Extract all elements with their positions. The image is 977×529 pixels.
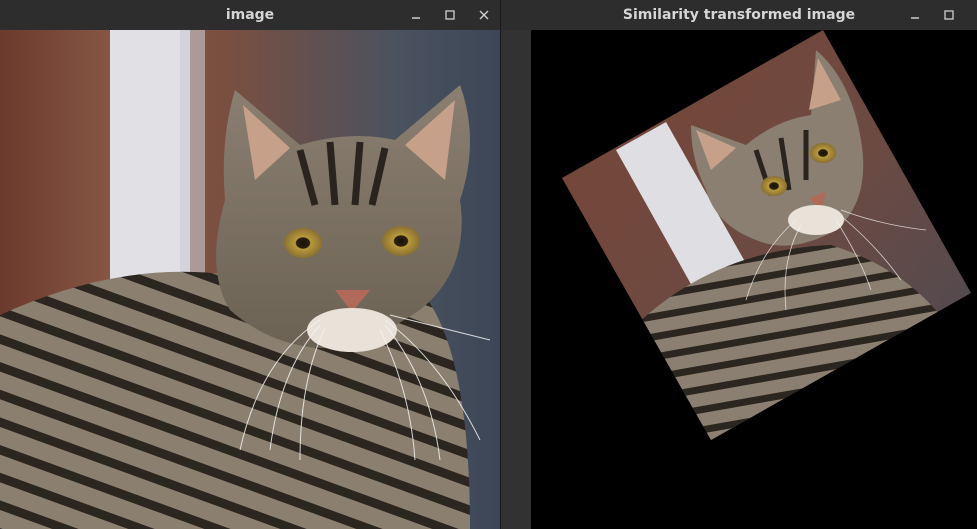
minimize-button[interactable] xyxy=(400,0,432,30)
transformed-cat-photo xyxy=(531,30,977,529)
maximize-icon xyxy=(944,10,954,20)
close-icon xyxy=(479,10,489,20)
canvas-gutter xyxy=(501,30,531,529)
window-title: image xyxy=(225,7,275,23)
minimize-button[interactable] xyxy=(899,0,931,30)
similarity-window-titlebar[interactable]: Similarity transformed image xyxy=(501,0,977,30)
maximize-icon xyxy=(445,10,455,20)
cat-photo xyxy=(0,30,500,529)
image-window: image xyxy=(0,0,500,529)
minimize-icon xyxy=(911,17,919,19)
image-window-titlebar[interactable]: image xyxy=(0,0,500,30)
image-canvas[interactable] xyxy=(0,30,500,529)
minimize-icon xyxy=(412,17,420,19)
maximize-button[interactable] xyxy=(434,0,466,30)
maximize-button[interactable] xyxy=(933,0,965,30)
window-title: Similarity transformed image xyxy=(622,7,856,23)
close-button[interactable] xyxy=(468,0,500,30)
similarity-window: Similarity transformed image xyxy=(501,0,977,529)
transformed-image-canvas[interactable] xyxy=(531,30,977,529)
